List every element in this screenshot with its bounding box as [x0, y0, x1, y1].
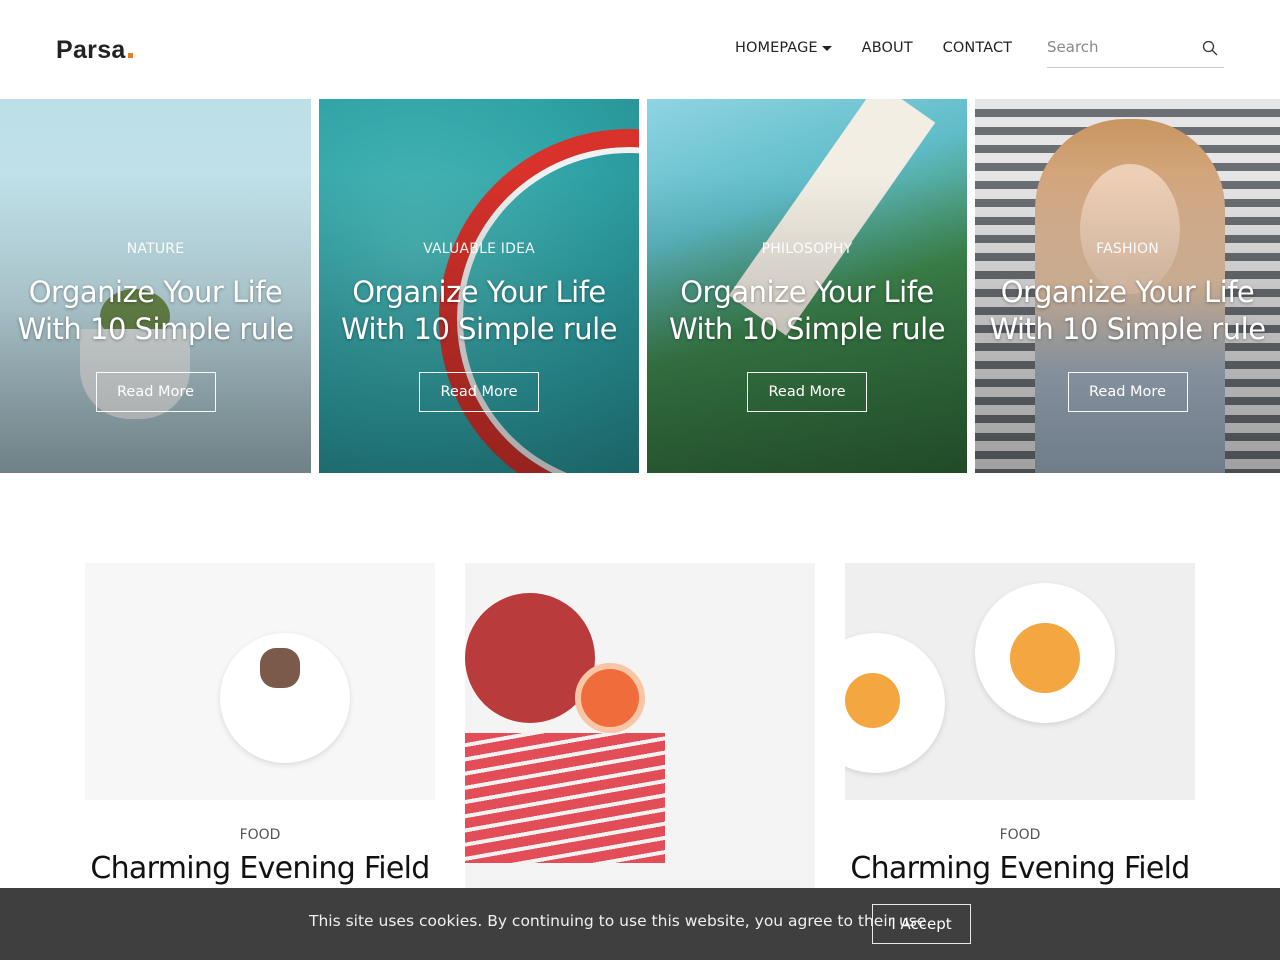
logo-text: Parsa: [56, 36, 126, 64]
search-box: [1047, 30, 1224, 68]
nav-about-label: ABOUT: [861, 40, 913, 56]
post-category[interactable]: FOOD: [845, 827, 1195, 843]
cookie-banner: This site uses cookies. By continuing to…: [0, 888, 1280, 960]
logo-dot: [127, 53, 133, 58]
peach-image: [845, 673, 900, 728]
search-input[interactable]: [1047, 38, 1197, 56]
post-category[interactable]: FOOD: [85, 827, 435, 843]
card-title-line: Organize Your Life: [352, 275, 606, 309]
read-more-button[interactable]: Read More: [1067, 372, 1188, 412]
card-title[interactable]: Organize Your Life With 10 Simple rule: [647, 274, 967, 348]
post-title[interactable]: Charming Evening Field: [85, 851, 435, 886]
post-card: FOOD Charming Evening Field: [845, 563, 1195, 886]
card-title-line: With 10 Simple rule: [668, 312, 946, 346]
card-category[interactable]: FASHION: [975, 241, 1280, 257]
orange-image: [575, 663, 645, 733]
post-image[interactable]: [85, 563, 435, 800]
post-image[interactable]: [465, 563, 815, 893]
site-logo[interactable]: Parsa: [56, 36, 133, 65]
read-more-button[interactable]: Read More: [747, 372, 867, 412]
search-icon[interactable]: [1202, 40, 1218, 56]
accept-cookies-button[interactable]: I Accept: [872, 904, 971, 944]
card-title-line: Organize Your Life: [28, 275, 283, 309]
card-title[interactable]: Organize Your Life With 10 Simple rule: [975, 274, 1280, 348]
card-category[interactable]: VALUABLE IDEA: [319, 241, 639, 257]
card-category[interactable]: NATURE: [0, 241, 311, 257]
nav-contact[interactable]: CONTACT: [943, 40, 1012, 56]
card-title-line: With 10 Simple rule: [989, 312, 1266, 346]
cake-image: [260, 648, 300, 688]
main-nav: HOMEPAGE ABOUT CONTACT: [735, 40, 1042, 56]
featured-card[interactable]: NATURE Organize Your Life With 10 Simple…: [0, 99, 311, 473]
nav-contact-label: CONTACT: [942, 40, 1013, 56]
card-title[interactable]: Organize Your Life With 10 Simple rule: [319, 274, 639, 348]
post-card: [465, 563, 815, 893]
post-card: FOOD Charming Evening Field: [85, 563, 435, 886]
featured-card[interactable]: VALUABLE IDEA Organize Your Life With 10…: [319, 99, 639, 473]
featured-card[interactable]: PHILOSOPHY Organize Your Life With 10 Si…: [647, 99, 967, 473]
nav-homepage-label: HOMEPAGE: [735, 40, 818, 56]
card-title-line: Organize Your Life: [680, 275, 934, 309]
card-title-line: With 10 Simple rule: [340, 312, 618, 346]
card-title-line: Organize Your Life: [1000, 275, 1255, 309]
card-category[interactable]: PHILOSOPHY: [647, 241, 967, 257]
cookie-message: This site uses cookies. By continuing to…: [309, 912, 932, 930]
rhubarb-image: [465, 733, 665, 863]
chevron-down-icon: [821, 45, 832, 51]
site-header: Parsa HOMEPAGE ABOUT CONTACT: [0, 0, 1280, 99]
read-more-button[interactable]: Read More: [95, 372, 216, 412]
peach-image: [1010, 623, 1080, 693]
nav-about[interactable]: ABOUT: [862, 40, 913, 56]
post-image[interactable]: [845, 563, 1195, 800]
card-title[interactable]: Organize Your Life With 10 Simple rule: [0, 274, 311, 348]
nav-homepage[interactable]: HOMEPAGE: [735, 40, 832, 56]
post-title[interactable]: Charming Evening Field: [845, 851, 1195, 886]
card-title-line: With 10 Simple rule: [17, 312, 294, 346]
featured-carousel: NATURE Organize Your Life With 10 Simple…: [0, 99, 1280, 473]
read-more-button[interactable]: Read More: [419, 372, 539, 412]
featured-card[interactable]: FASHION Organize Your Life With 10 Simpl…: [975, 99, 1280, 473]
